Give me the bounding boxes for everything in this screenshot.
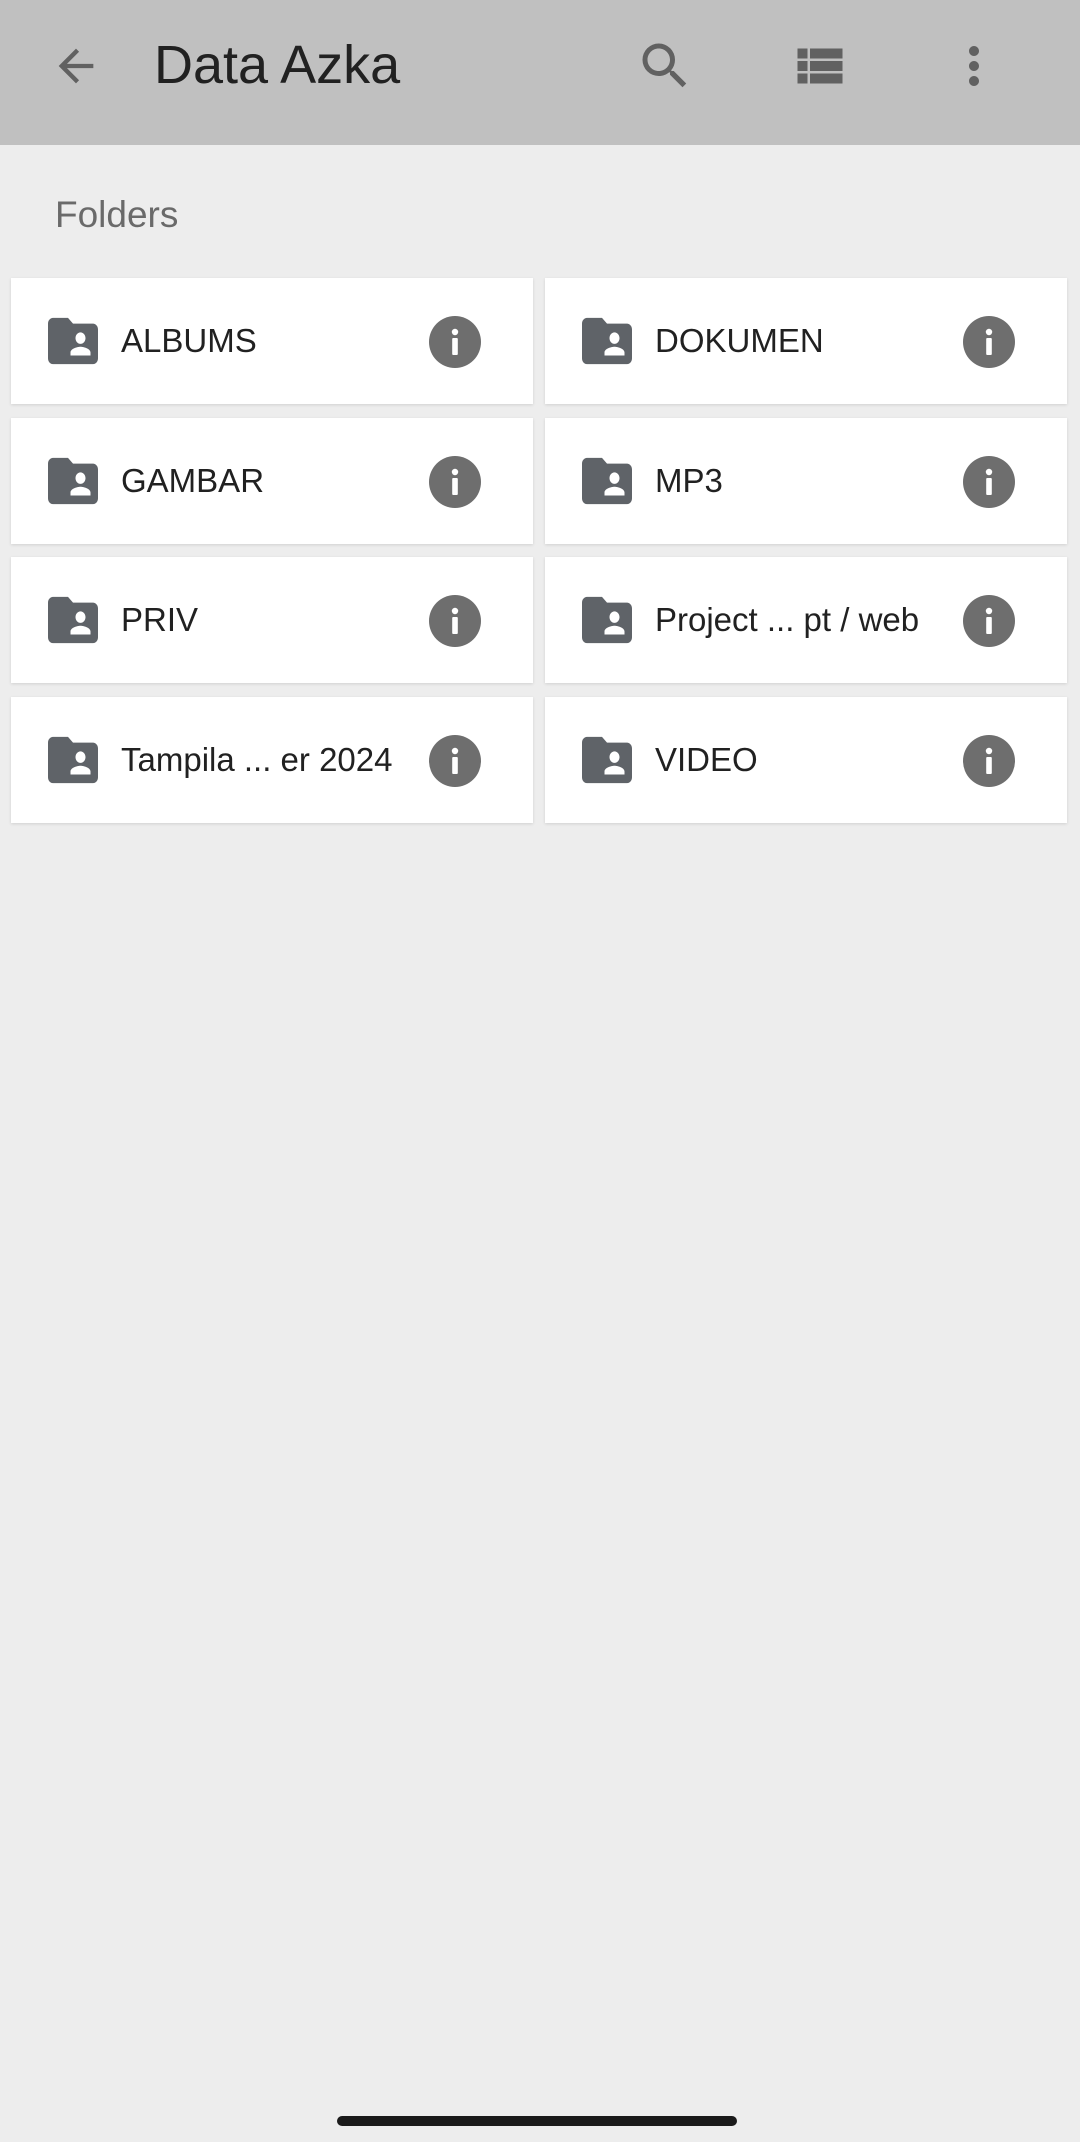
folder-info-button[interactable] <box>963 456 1015 508</box>
folder-info-button[interactable] <box>429 595 481 647</box>
shared-folder-icon <box>582 457 632 505</box>
home-indicator[interactable] <box>337 2116 737 2126</box>
info-icon <box>451 468 459 495</box>
more-vertical-icon <box>969 46 979 86</box>
shared-folder-icon <box>582 736 632 784</box>
folder-name: MP3 <box>655 462 723 499</box>
folders-section-label: Folders <box>55 194 179 235</box>
back-button[interactable] <box>28 18 124 114</box>
folder-info-button[interactable] <box>963 735 1015 787</box>
folder-info-button[interactable] <box>429 456 481 508</box>
folder-card-dokumen[interactable]: DOKUMEN <box>545 278 1067 404</box>
folder-info-button[interactable] <box>429 735 481 787</box>
folder-card-priv[interactable]: PRIV <box>11 557 533 683</box>
info-icon <box>451 747 459 774</box>
app-bar: Data Azka <box>0 0 1080 145</box>
shared-folder-icon <box>582 596 632 644</box>
folder-info-button[interactable] <box>963 595 1015 647</box>
list-view-button[interactable] <box>772 18 868 114</box>
shared-folder-icon <box>48 317 98 365</box>
shared-folder-icon <box>48 596 98 644</box>
folder-name: PRIV <box>121 601 199 638</box>
folder-name: VIDEO <box>655 741 758 778</box>
search-button[interactable] <box>617 18 713 114</box>
list-view-icon <box>797 48 843 84</box>
folder-name: ALBUMS <box>121 322 257 359</box>
folder-card-tampila[interactable]: Tampila ... er 2024 <box>11 697 533 823</box>
folder-card-video[interactable]: VIDEO <box>545 697 1067 823</box>
page-title: Data Azka <box>154 35 401 95</box>
info-icon <box>451 328 459 355</box>
folder-info-button[interactable] <box>963 316 1015 368</box>
folder-info-button[interactable] <box>429 316 481 368</box>
shared-folder-icon <box>48 736 98 784</box>
folder-card-mp3[interactable]: MP3 <box>545 418 1067 544</box>
more-options-button[interactable] <box>926 18 1022 114</box>
folder-name: GAMBAR <box>121 462 265 499</box>
info-icon <box>985 468 993 495</box>
folder-name: DOKUMEN <box>655 322 824 359</box>
arrow-left-icon <box>58 48 94 84</box>
info-icon <box>985 747 993 774</box>
search-icon <box>642 43 687 88</box>
folder-name: Tampila ... er 2024 <box>121 741 393 778</box>
info-icon <box>985 328 993 355</box>
folder-card-gambar[interactable]: GAMBAR <box>11 418 533 544</box>
folder-name: Project ... pt / web <box>655 601 920 638</box>
shared-folder-icon <box>48 457 98 505</box>
folder-card-project[interactable]: Project ... pt / web <box>545 557 1067 683</box>
info-icon <box>451 607 459 634</box>
folder-card-albums[interactable]: ALBUMS <box>11 278 533 404</box>
info-icon <box>985 607 993 634</box>
shared-folder-icon <box>582 317 632 365</box>
